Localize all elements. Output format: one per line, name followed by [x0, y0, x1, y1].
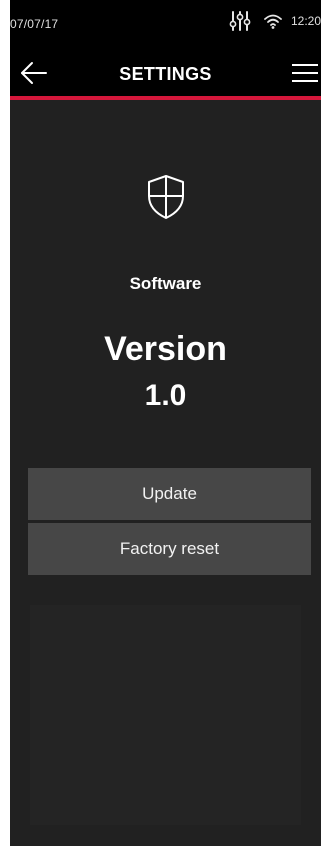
version-number: 1.0: [144, 379, 187, 412]
status-icons: 12:20: [229, 10, 321, 32]
section-label: Software: [129, 274, 202, 293]
background-panel: [30, 605, 301, 825]
app-bar: SETTINGS: [10, 50, 321, 96]
wifi-icon: [264, 14, 282, 29]
shield-icon: [148, 175, 184, 219]
equalizer-icon: [229, 11, 251, 31]
device-screen: 07/07/17 12:20 SETTINGS Software Version…: [10, 0, 321, 846]
page-title: SETTINGS: [119, 64, 212, 84]
version-label: Version: [104, 330, 227, 368]
factory-reset-button[interactable]: Factory reset: [28, 523, 311, 575]
status-time: 12:20: [290, 14, 321, 28]
hamburger-menu-icon[interactable]: [291, 62, 319, 84]
status-bar: 07/07/17 12:20: [10, 0, 321, 50]
update-button[interactable]: Update: [28, 468, 311, 520]
status-date: 07/07/17: [10, 17, 59, 31]
software-panel: Software Version 1.0 Update Factory rese…: [10, 100, 321, 846]
